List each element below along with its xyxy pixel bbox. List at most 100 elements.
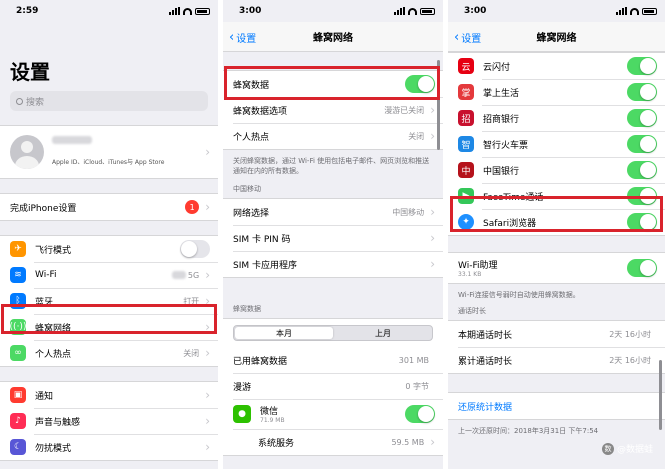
train-icon: 智: [458, 136, 474, 152]
scrollbar[interactable]: [659, 360, 662, 430]
cellular-options-label: 蜂窝数据选项: [233, 106, 288, 117]
app-toggle[interactable]: [627, 187, 657, 205]
personal-hotspot-value: 关闭: [408, 131, 425, 141]
app-label: 招商银行: [483, 114, 520, 125]
usage-group: 本月 上月 已用蜂窝数据 301 MB 漫游 0 字节 ● 微信 71.9 MB: [223, 318, 443, 456]
chevron-right-icon: ›: [205, 200, 210, 214]
cellular-options-value: 漫游已关闭: [384, 105, 425, 115]
network-selection-row[interactable]: 网络选择 中国移动 ›: [223, 199, 443, 225]
personal-hotspot-label: 个人热点: [233, 132, 270, 143]
lifetime-call-time-value: 2天 16小时: [609, 355, 651, 365]
personal-hotspot-row[interactable]: 个人热点 关闭 ›: [223, 123, 443, 149]
airplane-icon: ✈: [10, 241, 26, 257]
search-input[interactable]: 搜索: [10, 91, 208, 111]
roaming-row: 漫游 0 字节: [223, 373, 443, 399]
wifi-assist-text: Wi-Fi助理 33.1 KB: [458, 258, 627, 278]
back-button[interactable]: ‹ 设置: [229, 30, 256, 46]
sim-pin-label: SIM 卡 PIN 码: [233, 234, 291, 245]
search-icon: [16, 97, 23, 105]
notifications-label: 通知: [35, 391, 54, 402]
page-title: 设置: [10, 60, 50, 84]
cellular-label: 蜂窝网络: [35, 323, 72, 334]
app-row-boc[interactable]: 中 中国银行: [448, 157, 665, 183]
wifi-status-icon: [183, 7, 192, 15]
airplane-mode-toggle[interactable]: [180, 240, 210, 258]
watermark-text: @数据蛙: [616, 445, 653, 455]
finish-setup-row[interactable]: 完成iPhone设置 1 ›: [0, 194, 218, 220]
wechat-icon: ●: [233, 405, 251, 423]
airplane-mode-row[interactable]: ✈ 飞行模式: [0, 236, 218, 262]
wifi-assist-row[interactable]: Wi-Fi助理 33.1 KB: [448, 253, 665, 283]
lifetime-call-time-label: 累计通话时长: [458, 356, 513, 367]
chevron-right-icon: ›: [205, 440, 210, 454]
notifications-row[interactable]: ▣ 通知 ›: [0, 382, 218, 408]
app-toggle[interactable]: [627, 57, 657, 75]
app-row-facetime[interactable]: ▶ FaceTime通话: [448, 183, 665, 209]
scrollbar[interactable]: [437, 60, 440, 150]
current-call-time-label: 本期通话时长: [458, 330, 513, 341]
cellular-row[interactable]: ((·)) 蜂窝网络 ›: [0, 314, 218, 340]
cellular-options-row[interactable]: 蜂窝数据选项 漫游已关闭 ›: [223, 97, 443, 123]
carrier-section-header: 中国移动: [233, 185, 261, 193]
dnd-row[interactable]: ☾ 勿扰模式 ›: [0, 434, 218, 460]
lifetime-call-time-row: 累计通话时长 2天 16小时: [448, 347, 665, 373]
segment-last-month[interactable]: 上月: [334, 326, 432, 340]
sim-apps-row[interactable]: SIM 卡应用程序 ›: [223, 251, 443, 277]
wifi-icon: ≋: [10, 267, 26, 283]
segment-this-month[interactable]: 本月: [235, 327, 333, 339]
app-row-palm-life[interactable]: 掌 掌上生活: [448, 79, 665, 105]
status-icons: [394, 7, 435, 15]
system-services-row[interactable]: 系统服务 59.5 MB ›: [223, 429, 443, 455]
app-toggle[interactable]: [627, 109, 657, 127]
reset-stats-button[interactable]: 还原统计数据: [458, 400, 657, 413]
wechat-label: 微信: [260, 407, 279, 417]
app-label: 智行火车票: [483, 140, 529, 151]
wifi-assist-group: Wi-Fi助理 33.1 KB: [448, 252, 665, 284]
signal-icon: [394, 7, 405, 15]
app-row-cmb[interactable]: 招 招商银行: [448, 105, 665, 131]
bluetooth-row[interactable]: ᛒ 蓝牙 打开 ›: [0, 288, 218, 314]
sounds-row[interactable]: ♪ 声音与触感 ›: [0, 408, 218, 434]
app-row-safari[interactable]: ✦ Safari浏览器: [448, 209, 665, 235]
app-label: 掌上生活: [483, 88, 520, 99]
cellular-footnote: 关闭蜂窝数据，通过 Wi-Fi 使用包括电子邮件、网页浏览和推送通知在内的所有数…: [233, 157, 430, 175]
cellular-data-toggle[interactable]: [405, 75, 435, 93]
app-toggle[interactable]: [627, 83, 657, 101]
status-icons: [616, 7, 657, 15]
app-toggle[interactable]: [627, 135, 657, 153]
cellular-apps-panel: 3:00 ‹ 设置 蜂窝网络 云 云闪付 掌 掌上生活 招 招商银行 智 智行火…: [448, 0, 665, 469]
setup-group: 完成iPhone设置 1 ›: [0, 193, 218, 221]
chevron-left-icon: ‹: [454, 29, 460, 45]
last-reset-footnote: 上一次还原时间：2018年3月31日 下午7:54: [458, 427, 599, 435]
app-toggle[interactable]: [627, 213, 657, 231]
hotspot-row[interactable]: ∞ 个人热点 关闭 ›: [0, 340, 218, 366]
wifi-status-icon: [408, 7, 417, 15]
wechat-row[interactable]: ● 微信 71.9 MB: [223, 399, 443, 429]
cellular-data-row[interactable]: 蜂窝数据: [223, 71, 443, 97]
reset-stats-row[interactable]: 还原统计数据: [448, 393, 665, 419]
chevron-right-icon: ›: [205, 268, 210, 282]
sim-pin-row[interactable]: SIM 卡 PIN 码 ›: [223, 225, 443, 251]
app-label: FaceTime通话: [483, 192, 544, 203]
connectivity-group: ✈ 飞行模式 ≋ Wi-Fi 5G › ᛒ 蓝牙 打开 › ((·)) 蜂窝网络…: [0, 235, 218, 367]
airplane-mode-label: 飞行模式: [35, 245, 72, 256]
app-row-unionpay[interactable]: 云 云闪付: [448, 53, 665, 79]
status-time: 2:59: [16, 6, 39, 16]
wifi-assist-toggle[interactable]: [627, 259, 657, 277]
apple-id-row[interactable]: Apple ID、iCloud、iTunes与 App Store ›: [0, 126, 218, 178]
app-row-train[interactable]: 智 智行火车票: [448, 131, 665, 157]
roaming-label: 漫游: [233, 382, 252, 393]
status-time: 3:00: [239, 6, 262, 16]
bluetooth-value: 打开: [183, 296, 200, 306]
used-data-value: 301 MB: [398, 355, 429, 365]
wechat-toggle[interactable]: [405, 405, 435, 423]
back-button[interactable]: ‹ 设置: [454, 29, 481, 46]
app-label: Safari浏览器: [483, 218, 537, 229]
cmb-icon: 招: [458, 110, 474, 126]
app-toggle[interactable]: [627, 161, 657, 179]
wifi-row[interactable]: ≋ Wi-Fi 5G ›: [0, 262, 218, 288]
used-data-row: 已用蜂窝数据 301 MB: [223, 347, 443, 373]
chevron-right-icon: ›: [205, 294, 210, 308]
watermark-logo-icon: 数: [601, 442, 614, 455]
settings-panel: 2:59 设置 搜索 Apple ID、iCloud、iTunes与 App S…: [0, 0, 218, 469]
